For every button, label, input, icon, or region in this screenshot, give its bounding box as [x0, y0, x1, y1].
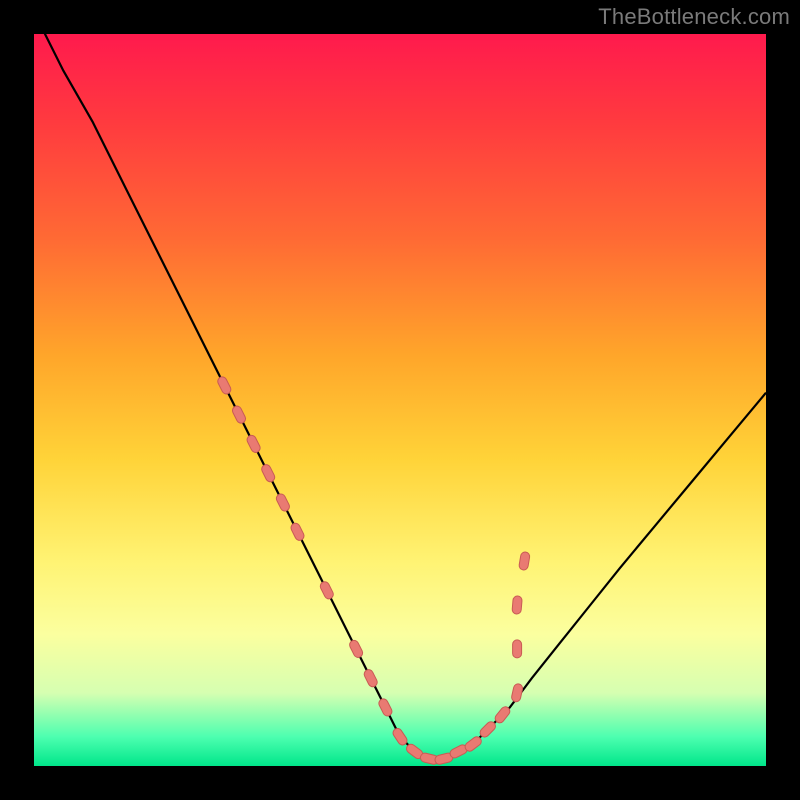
- plot-area: [34, 34, 766, 766]
- marker-pill: [246, 434, 262, 454]
- bottleneck-curve: [34, 12, 766, 759]
- marker-pill: [518, 551, 530, 570]
- marker-pill: [348, 639, 364, 659]
- curve-svg: [34, 34, 766, 766]
- chart-frame: TheBottleneck.com: [0, 0, 800, 800]
- marker-pill: [260, 463, 276, 483]
- marker-pill: [231, 405, 247, 425]
- marker-pill: [377, 697, 393, 717]
- marker-pill: [391, 727, 408, 747]
- marker-pill: [319, 580, 335, 600]
- marker-pill: [363, 668, 379, 688]
- sample-markers: [216, 375, 530, 765]
- watermark-label: TheBottleneck.com: [598, 4, 790, 30]
- marker-pill: [478, 720, 497, 739]
- marker-pill: [275, 492, 291, 512]
- marker-pill: [512, 596, 522, 615]
- marker-pill: [511, 683, 524, 703]
- marker-pill: [493, 705, 511, 725]
- marker-pill: [513, 640, 522, 658]
- marker-pill: [463, 735, 483, 753]
- marker-pill: [216, 375, 232, 395]
- marker-pill: [289, 522, 305, 542]
